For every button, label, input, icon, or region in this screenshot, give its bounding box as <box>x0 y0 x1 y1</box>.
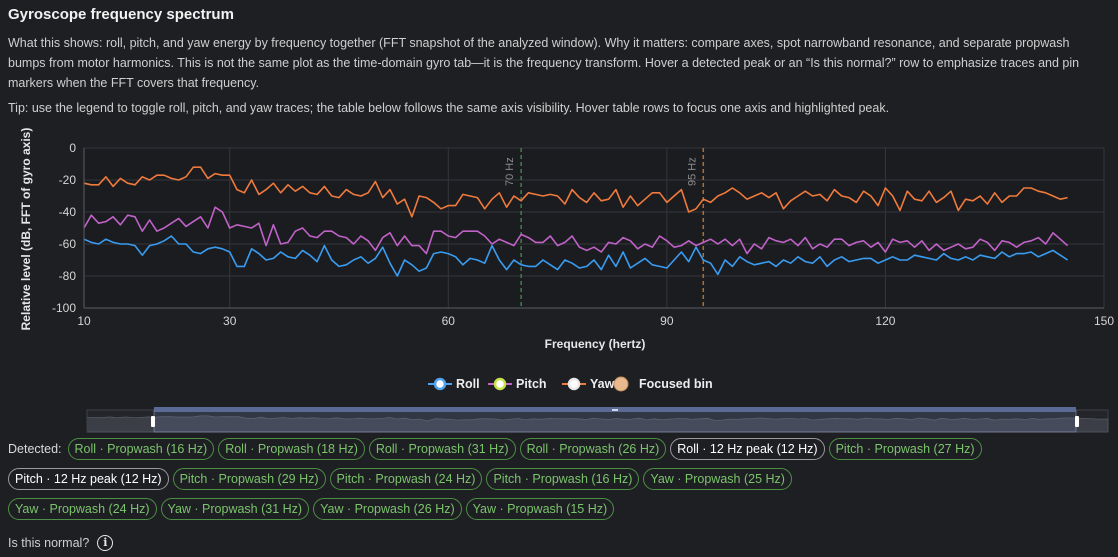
peak-chip[interactable]: Pitch · Propwash (29 Hz) <box>172 468 326 490</box>
legend-marker <box>613 376 629 392</box>
tip-text: Tip: use the legend to toggle roll, pitc… <box>8 101 890 115</box>
peak-chip[interactable]: Yaw · Propwash (25 Hz) <box>643 468 792 490</box>
plot-area <box>84 148 1104 308</box>
y-tick-label: -60 <box>59 237 77 251</box>
frequency-marker-label: 70 Hz <box>504 157 516 186</box>
legend-label[interactable]: Yaw <box>590 377 615 391</box>
detected-label: Detected: <box>8 442 62 456</box>
y-tick-label: -80 <box>59 269 77 283</box>
frequency-spectrum-chart[interactable]: 70 Hz 95 Hz 0 -20 -40 -60 -80 -10010 30 60 90 120 1… <box>0 128 1118 433</box>
brush-selection[interactable] <box>153 409 1077 433</box>
detected-peaks-row: Detected: Roll · Propwash (16 Hz) Roll · … <box>8 438 982 460</box>
legend-label[interactable]: Pitch <box>516 377 547 391</box>
x-axis-label: Frequency (hertz) <box>545 337 646 351</box>
peak-chip[interactable]: Roll · Propwash (16 Hz) <box>67 438 215 460</box>
description-text: What this shows: roll, pitch, and yaw en… <box>8 36 1080 90</box>
is-this-normal-section[interactable]: Is this normal? i <box>8 535 114 551</box>
legend-label[interactable]: Roll <box>456 377 480 391</box>
legend-marker <box>567 377 581 391</box>
peak-chip[interactable]: Roll · 12 Hz peak (12 Hz) <box>670 438 825 460</box>
peak-chip[interactable]: Roll · Propwash (18 Hz) <box>218 438 365 460</box>
y-tick-label: 0 <box>69 141 76 155</box>
peak-chip[interactable]: Yaw · Propwash (26 Hz) <box>313 498 462 520</box>
peak-chip[interactable]: Yaw · Propwash (15 Hz) <box>465 498 615 520</box>
grid-layer <box>83 147 1105 309</box>
peak-chip[interactable]: Pitch · Propwash (27 Hz) <box>828 438 982 460</box>
chart-legend: Roll Pitch Yaw Focused bin <box>428 376 713 392</box>
y-tick-label: -40 <box>59 205 77 219</box>
peak-chip[interactable]: Roll · Propwash (26 Hz) <box>519 438 667 460</box>
x-tick-label: 90 <box>660 314 674 328</box>
peak-chip[interactable]: Yaw · Propwash (31 Hz) <box>160 498 310 520</box>
y-tick-label: -20 <box>59 173 77 187</box>
peak-chip[interactable]: Pitch · Propwash (16 Hz) <box>486 468 640 490</box>
peak-chip[interactable]: Roll · Propwash (31 Hz) <box>368 438 516 460</box>
frequency-marker-label: 95 Hz <box>686 157 698 186</box>
brush-handle-left[interactable] <box>151 416 155 427</box>
info-icon[interactable]: i <box>97 535 114 551</box>
peak-chip[interactable]: Pitch · Propwash (24 Hz) <box>329 468 483 490</box>
legend-label[interactable]: Focused bin <box>639 377 713 391</box>
legend-marker <box>433 377 447 391</box>
brush-handle-right[interactable] <box>1075 416 1079 427</box>
zoom-brush <box>86 407 1109 433</box>
y-tick-label: -100 <box>52 301 76 315</box>
page-title: Gyroscope frequency spectrum <box>8 6 234 23</box>
x-tick-label: 120 <box>875 314 895 328</box>
x-tick-label: 10 <box>77 314 91 328</box>
x-tick-label: 60 <box>442 314 456 328</box>
x-tick-label: 150 <box>1094 314 1114 328</box>
y-axis-label: Relative level (dB, FFT of gyro axis) <box>19 128 33 330</box>
is-this-normal-label: Is this normal? <box>8 536 90 550</box>
x-tick-label: 30 <box>223 314 237 328</box>
brush-grip <box>612 409 618 411</box>
peak-chip[interactable]: Pitch · 12 Hz peak (12 Hz) <box>8 468 169 490</box>
legend-marker <box>493 377 507 391</box>
peak-chip[interactable]: Yaw · Propwash (24 Hz) <box>8 498 157 520</box>
detected-peaks-row: Pitch · 12 Hz peak (12 Hz) Pitch · Propwa… <box>8 468 792 490</box>
detected-peaks-row: Yaw · Propwash (24 Hz) Yaw · Propwash (31… <box>8 498 615 520</box>
